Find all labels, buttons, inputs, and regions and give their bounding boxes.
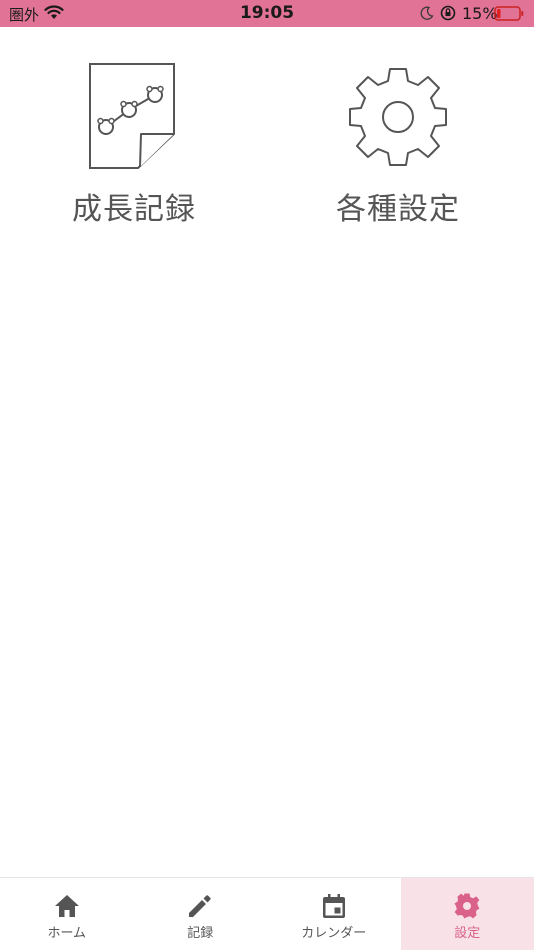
growth-record-tile[interactable]: 成長記録 (34, 62, 234, 228)
do-not-disturb-icon (420, 5, 434, 24)
pencil-icon (189, 895, 211, 917)
tab-label: 設定 (454, 926, 481, 941)
calendar-icon (322, 894, 345, 918)
battery-icon (494, 6, 524, 25)
gear-icon (349, 68, 447, 166)
home-icon (54, 895, 79, 917)
tab-bar: ホーム 記録 カレンダー 設定 (0, 877, 534, 950)
growth-chart-icon (89, 63, 175, 169)
battery-percent: 15% (462, 4, 498, 23)
gear-icon (454, 893, 480, 919)
growth-record-label: 成長記録 (72, 192, 196, 227)
tab-label: カレンダー (301, 926, 367, 941)
status-bar: 圏外 19:05 15% (0, 0, 534, 27)
tab-label: ホーム (47, 926, 87, 941)
settings-label: 各種設定 (336, 192, 460, 227)
tab-settings[interactable]: 設定 (400, 878, 534, 950)
rotation-lock-icon (440, 5, 456, 25)
tab-calendar[interactable]: カレンダー (267, 878, 401, 950)
tab-label: 記録 (187, 926, 214, 941)
tab-home[interactable]: ホーム (0, 878, 134, 950)
tab-record[interactable]: 記録 (134, 878, 268, 950)
settings-tile[interactable]: 各種設定 (298, 62, 498, 228)
